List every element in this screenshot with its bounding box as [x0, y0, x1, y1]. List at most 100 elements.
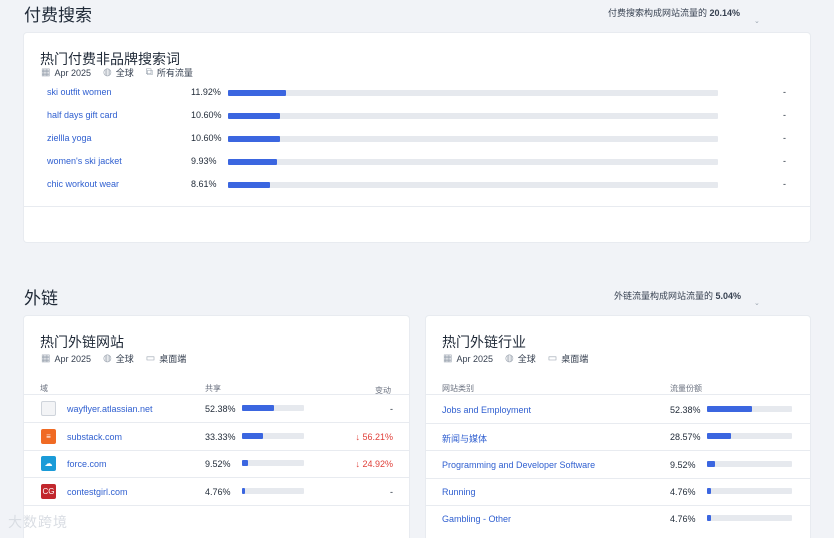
- outlink-industry-link[interactable]: 新闻与媒体: [442, 432, 487, 445]
- filter-traffic[interactable]: 所有流量: [157, 66, 193, 79]
- outlink-site-share: 33.33%: [205, 431, 236, 442]
- outlink-site-link[interactable]: wayflyer.atlassian.net: [67, 404, 153, 414]
- outlinks-section-title: 外链: [24, 289, 58, 308]
- keyword-share-bar: [228, 113, 718, 119]
- ind-filter-device[interactable]: 桌面端: [561, 352, 588, 365]
- outlink-site-row[interactable]: wayflyer.atlassian.net 52.38% -: [24, 395, 409, 423]
- outlink-industry-share: 9.52%: [670, 459, 696, 470]
- ind-filter-region[interactable]: 全球: [518, 352, 536, 365]
- outlink-industry-row[interactable]: Programming and Developer Software 9.52%: [426, 451, 810, 479]
- outlink-industry-row[interactable]: Running 4.76%: [426, 478, 810, 506]
- outlink-site-link[interactable]: force.com: [67, 459, 107, 469]
- col-category-header: 网站类别: [442, 384, 474, 393]
- outlink-industry-row[interactable]: Gambling - Other 4.76%: [426, 505, 810, 532]
- keyword-share-value: 8.61%: [191, 179, 217, 189]
- page-icon: [41, 401, 56, 416]
- keyword-share-bar-fill: [228, 159, 277, 165]
- top-outlink-sites-card: 热门外链网站 ▦ Apr 2025 ◍ 全球 ▭ 桌面端 域 共享 变动 way…: [24, 316, 409, 538]
- keyword-link[interactable]: half days gift card: [47, 110, 118, 120]
- outlink-industry-link[interactable]: Jobs and Employment: [442, 405, 531, 415]
- paid-search-share-note: 付费搜索构成网站流量的 20.14%: [608, 6, 740, 19]
- col-traffic-share-header: 流量份额: [670, 384, 702, 393]
- col-share-header: 共享: [205, 384, 221, 393]
- outlink-industry-row[interactable]: Jobs and Employment 52.38%: [426, 396, 810, 424]
- filter-region[interactable]: 全球: [116, 66, 134, 79]
- top-outlink-sites-filters: ▦ Apr 2025 ◍ 全球 ▭ 桌面端: [41, 352, 186, 365]
- outlink-site-change: ↓ 24.92%: [355, 459, 393, 469]
- change-value: 24.92%: [362, 459, 393, 469]
- ind-filter-date[interactable]: Apr 2025: [456, 354, 493, 364]
- paid-share-label: 付费搜索构成网站流量的: [608, 8, 708, 18]
- top-outlink-industries-card: 热门外链行业 ▦ Apr 2025 ◍ 全球 ▭ 桌面端 网站类别 流量份额 J…: [426, 316, 810, 538]
- keyword-share-bar: [228, 182, 718, 188]
- outlink-site-link[interactable]: contestgirl.com: [67, 487, 128, 497]
- outlink-industry-share: 28.57%: [670, 432, 701, 443]
- keyword-row: chic workout wear 8.61% -: [24, 173, 812, 196]
- outlink-site-share-bar-fill: [242, 405, 275, 411]
- keyword-share-bar-fill: [228, 136, 280, 142]
- keyword-extra-value: -: [783, 110, 786, 120]
- keyword-row: half days gift card 10.60% -: [24, 104, 812, 127]
- outlink-site-share-bar: [242, 432, 304, 439]
- paid-share-caret-icon[interactable]: ⌄: [754, 17, 760, 25]
- outlink-site-row[interactable]: CG contestgirl.com 4.76% -: [24, 478, 409, 506]
- outlink-site-link[interactable]: substack.com: [67, 432, 122, 442]
- keyword-extra-value: -: [783, 156, 786, 166]
- sites-filter-region[interactable]: 全球: [116, 352, 134, 365]
- change-value: 56.21%: [362, 431, 393, 442]
- salesforce-icon: ☁: [41, 456, 56, 471]
- globe-icon: ◍: [504, 353, 514, 364]
- keyword-share-bar-fill: [228, 113, 280, 119]
- sites-filter-date[interactable]: Apr 2025: [54, 354, 91, 364]
- keyword-share-value: 9.93%: [191, 156, 217, 166]
- col-domain-header: 域: [40, 384, 48, 393]
- keyword-extra-value: -: [783, 179, 786, 189]
- outlink-industry-share-bar-fill: [707, 406, 752, 412]
- paid-search-section-title: 付费搜索: [24, 6, 92, 25]
- outlink-site-share-bar-fill: [242, 460, 248, 466]
- outlinks-share-caret-icon[interactable]: ⌄: [754, 299, 760, 307]
- keyword-link[interactable]: ski outfit women: [47, 87, 112, 97]
- keyword-link[interactable]: women's ski jacket: [47, 156, 122, 166]
- outlink-site-share: 4.76%: [205, 486, 231, 497]
- outlinks-share-label: 外链流量构成网站流量的: [614, 291, 714, 301]
- keyword-share-bar: [228, 136, 718, 142]
- keyword-share-bar-fill: [228, 90, 287, 96]
- outlinks-share-note: 外链流量构成网站流量的 5.04%: [614, 289, 741, 302]
- desktop-icon: ▭: [145, 353, 156, 364]
- keyword-share-value: 11.92%: [191, 87, 221, 97]
- keyword-share-bar: [228, 90, 718, 96]
- calendar-icon: ▦: [443, 353, 453, 364]
- outlink-site-change: ↓ 56.21%: [355, 432, 393, 442]
- keyword-extra-value: -: [783, 87, 786, 97]
- outlink-industry-share-bar-fill: [707, 487, 712, 494]
- sites-filter-device[interactable]: 桌面端: [159, 352, 186, 365]
- industries-header-divider: [426, 394, 810, 395]
- outlink-industry-share-bar: [707, 460, 792, 467]
- outlink-site-share-bar: [242, 460, 304, 466]
- paid-keywords-filters: ▦ Apr 2025 ◍ 全球 ⧉ 所有流量: [41, 66, 193, 79]
- outlink-site-change: -: [390, 486, 393, 497]
- outlink-industry-row[interactable]: 新闻与媒体 28.57%: [426, 423, 810, 452]
- top-outlink-sites-title: 热门外链网站: [40, 334, 124, 350]
- outlink-industry-link[interactable]: Gambling - Other: [442, 514, 511, 524]
- globe-icon: ◍: [102, 353, 112, 364]
- contestgirl-icon: CG: [41, 483, 56, 499]
- outlink-site-change: -: [390, 404, 393, 414]
- keyword-share-value: 10.60%: [191, 110, 222, 120]
- keyword-link[interactable]: chic workout wear: [47, 179, 119, 189]
- watermark-logo: 大数跨境: [8, 514, 68, 530]
- filter-date[interactable]: Apr 2025: [54, 68, 91, 78]
- outlink-industry-share-bar-fill: [707, 515, 712, 522]
- outlink-site-share: 9.52%: [205, 459, 231, 469]
- outlink-industry-link[interactable]: Programming and Developer Software: [442, 460, 595, 470]
- outlink-industry-share: 4.76%: [670, 486, 696, 497]
- outlink-industry-link[interactable]: Running: [442, 487, 476, 497]
- outlink-site-row[interactable]: ☁ force.com 9.52% ↓ 24.92%: [24, 450, 409, 478]
- outlink-industry-share-bar-fill: [707, 433, 732, 440]
- keyword-share-bar: [228, 159, 718, 165]
- keyword-link[interactable]: ziellla yoga: [47, 133, 92, 143]
- outlink-industry-share-bar: [707, 406, 792, 412]
- keyword-share-bar-fill: [228, 182, 271, 188]
- outlink-site-row[interactable]: ≡ substack.com 33.33% ↓ 56.21%: [24, 423, 409, 451]
